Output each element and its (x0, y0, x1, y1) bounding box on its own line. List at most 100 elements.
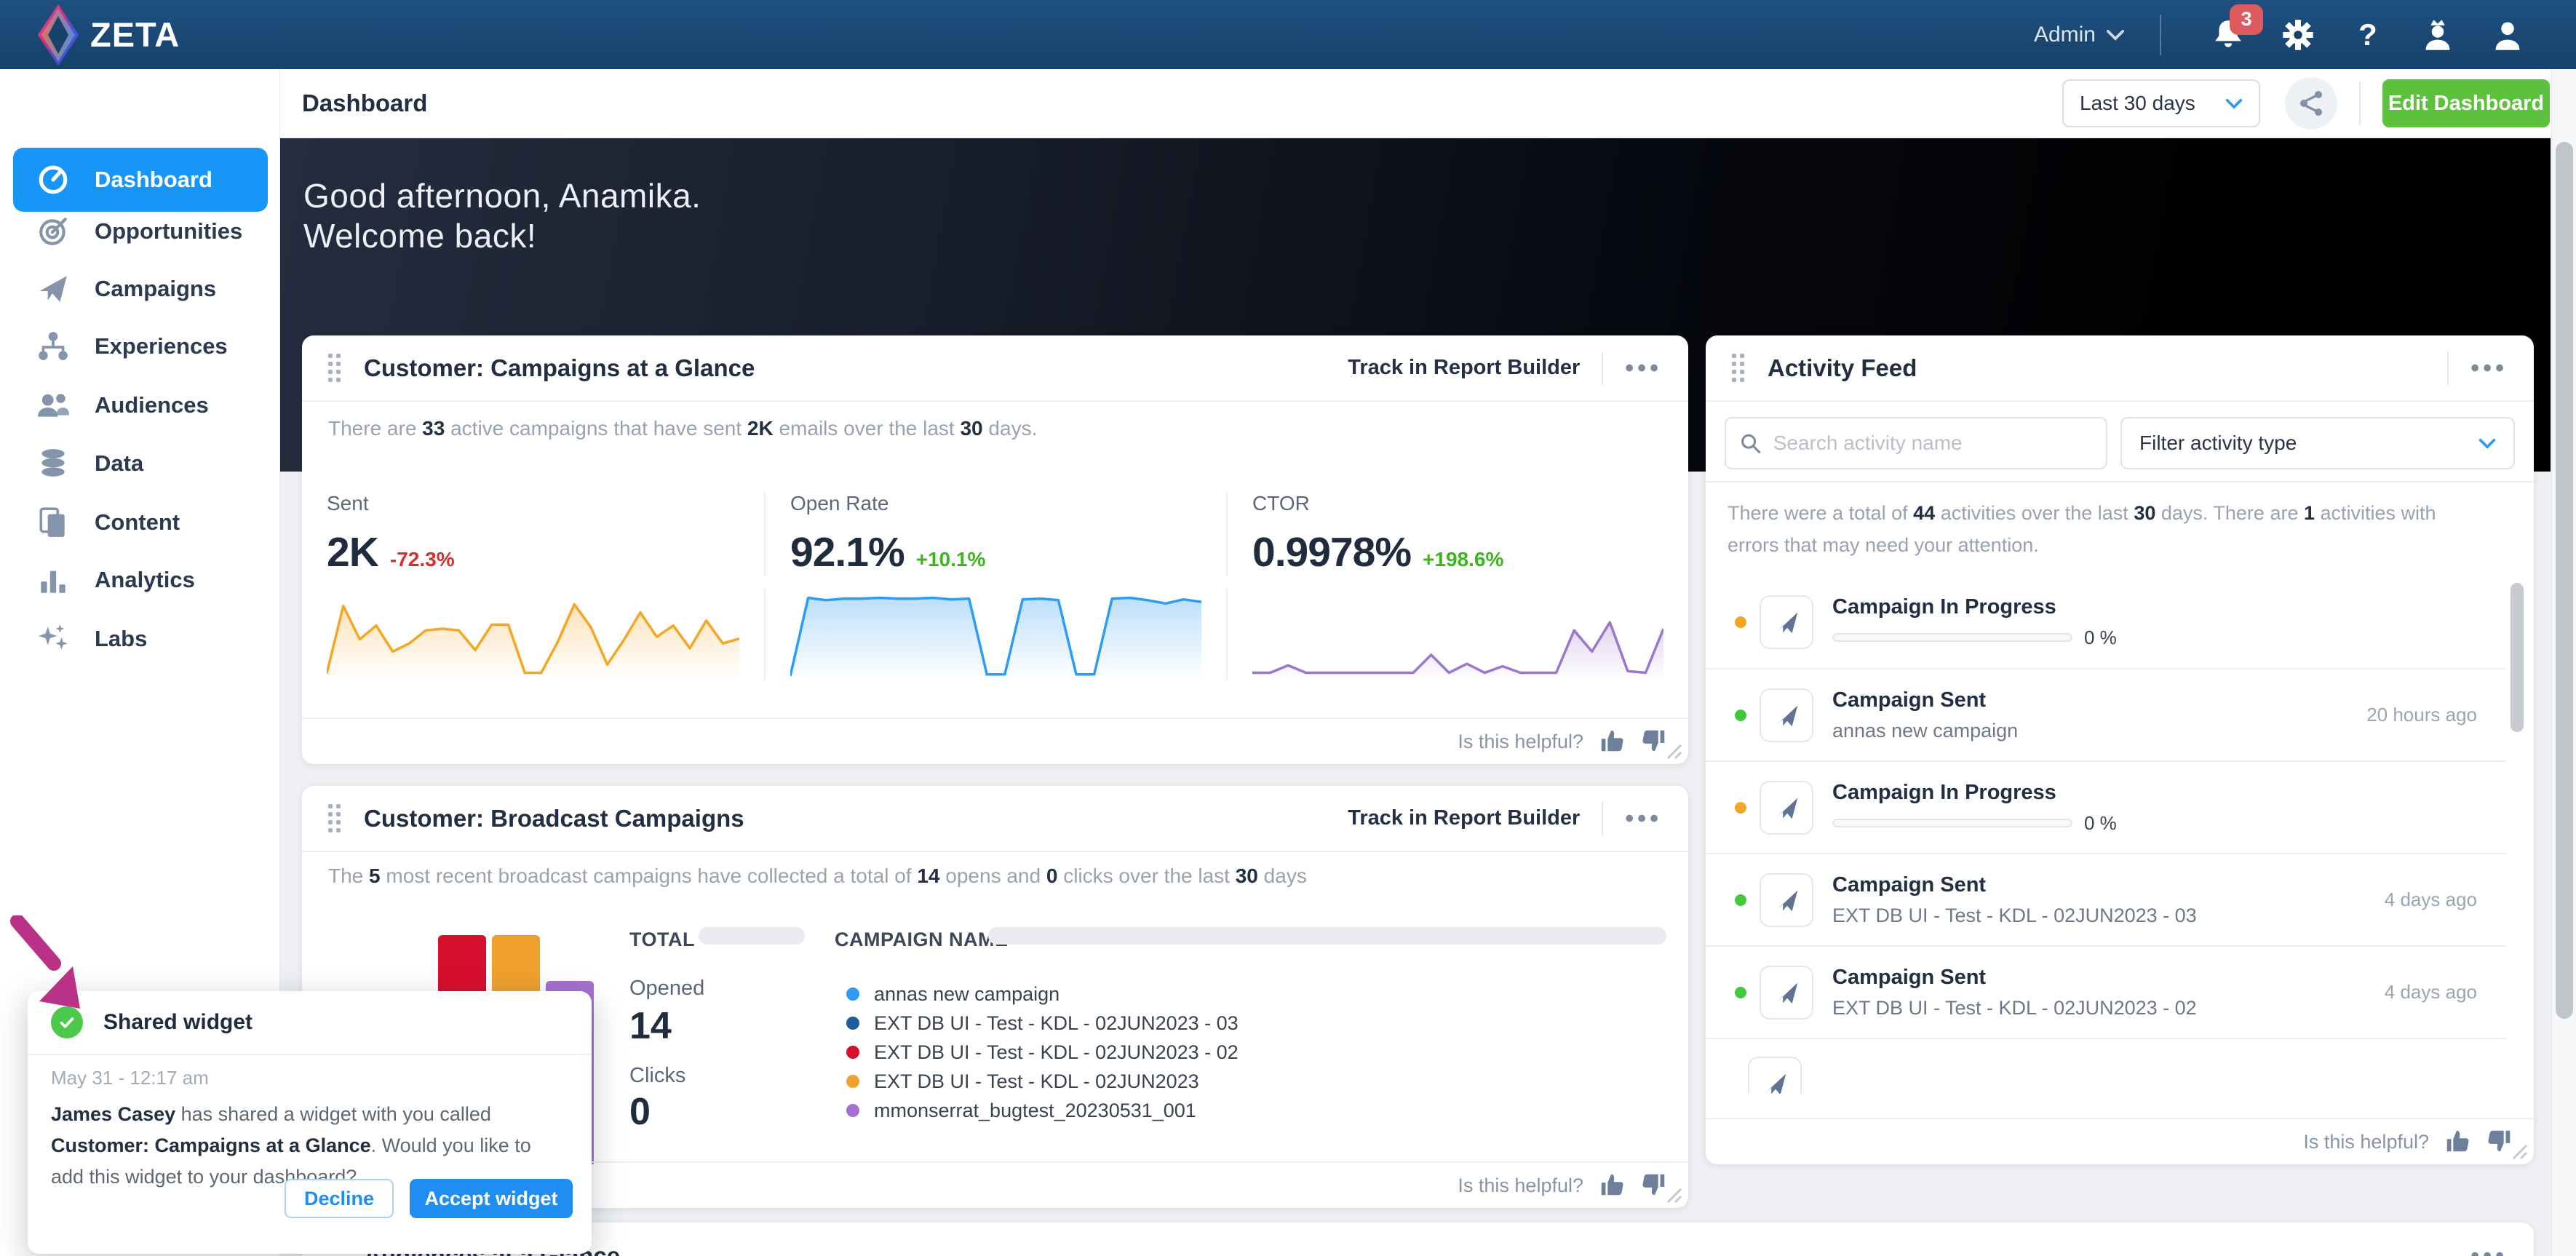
activity-item[interactable] (1706, 1038, 2506, 1094)
status-dot (1735, 710, 1746, 721)
activity-scrollbar[interactable] (2511, 583, 2524, 1063)
drag-handle-icon[interactable] (1732, 354, 1744, 382)
status-dot (1735, 987, 1746, 998)
activity-search[interactable] (1725, 417, 2107, 469)
thumbs-up-icon[interactable] (2444, 1128, 2471, 1156)
resize-handle-icon[interactable] (2503, 1135, 2529, 1161)
page-scrollbar[interactable] (2551, 69, 2576, 1256)
share-button[interactable] (2285, 77, 2337, 130)
sidebar-item-content[interactable]: Content (13, 493, 268, 552)
notifications-button[interactable]: 3 (2209, 16, 2247, 54)
ctor-sparkline-chart (1252, 589, 1663, 680)
sparklines-row (302, 589, 1688, 680)
clicks-label: Clicks (629, 1064, 685, 1088)
page-scrollbar-thumb[interactable] (2556, 142, 2573, 1019)
search-icon (1739, 431, 1762, 456)
thumbs-up-icon[interactable] (1598, 728, 1626, 755)
stat-block: Sent 2K -72.3% (302, 492, 764, 576)
zeta-dashboard-app: ZETA Admin 3 (0, 0, 2576, 1256)
widget-description: There are 33 active campaigns that have … (328, 417, 1037, 440)
legend-item[interactable]: mmonserrat_bugtest_20230531_001 (846, 1096, 1239, 1125)
widget-menu-icon[interactable]: ••• (1625, 811, 1662, 826)
activity-title: Campaign Sent (1832, 688, 2018, 712)
accept-widget-button[interactable]: Accept widget (410, 1179, 573, 1218)
widget-header: Activity Feed ••• (1706, 335, 2534, 402)
progress-value: 0 % (2084, 627, 2117, 649)
resize-handle-icon[interactable] (1658, 1179, 1684, 1205)
activity-item[interactable]: Campaign Sent annas new campaign 20 hour… (1706, 668, 2506, 760)
question-mark-icon: ? (2358, 17, 2377, 52)
annotation-arrow (9, 915, 96, 1017)
stat-value: 2K (327, 528, 378, 576)
scrollbar-thumb[interactable] (2511, 583, 2524, 732)
sidebar-item-label: Experiences (95, 333, 228, 359)
legend-item[interactable]: EXT DB UI - Test - KDL - 02JUN2023 (846, 1067, 1239, 1096)
campaigns-glance-widget: Customer: Campaigns at a Glance Track in… (302, 335, 1688, 764)
activity-item[interactable]: Campaign In Progress 0 % (1706, 760, 2506, 853)
legend-item[interactable]: annas new campaign (846, 979, 1239, 1009)
widget-title: Activity Feed (1768, 354, 1917, 382)
sidebar-item-label: Dashboard (95, 167, 212, 193)
widget-header: Customer: Campaigns at a Glance Track in… (302, 335, 1688, 402)
activity-item[interactable]: Campaign Sent EXT DB UI - Test - KDL - 0… (1706, 945, 2506, 1038)
chevron-down-icon (2106, 29, 2125, 41)
sidebar-item-label: Data (95, 450, 143, 477)
activity-item[interactable]: Campaign Sent EXT DB UI - Test - KDL - 0… (1706, 853, 2506, 945)
activity-subtitle: annas new campaign (1832, 720, 2018, 742)
sidebar-item-icon (36, 163, 70, 196)
opened-label: Opened (629, 977, 704, 1001)
thumbs-up-icon[interactable] (1598, 1172, 1626, 1199)
activity-title: Campaign In Progress (1832, 781, 2117, 805)
popup-header: Shared widget (28, 991, 592, 1055)
legend-dot (846, 1075, 859, 1088)
widget-menu-icon[interactable]: ••• (2470, 1249, 2508, 1256)
greeting-line1: Good afternoon, Anamika. (303, 176, 701, 216)
total-skeleton-bar (699, 927, 805, 945)
activity-timestamp: 20 hours ago (2366, 704, 2477, 726)
legend-item[interactable]: EXT DB UI - Test - KDL - 02JUN2023 - 02 (846, 1038, 1239, 1067)
zeta-logo[interactable]: ZETA (38, 4, 180, 65)
sidebar-item-labs[interactable]: Labs (13, 610, 268, 668)
admin-user-button[interactable] (2419, 16, 2457, 54)
activity-title: Campaign Sent (1832, 966, 2197, 990)
sidebar-item-label: Labs (95, 626, 147, 652)
sidebar-item-icon (36, 389, 70, 422)
profile-button[interactable] (2489, 16, 2527, 54)
legend-item[interactable]: EXT DB UI - Test - KDL - 02JUN2023 - 03 (846, 1009, 1239, 1038)
track-in-report-builder-link[interactable]: Track in Report Builder (1348, 356, 1580, 380)
edit-dashboard-button[interactable]: Edit Dashboard (2382, 79, 2550, 127)
sidebar-item-data[interactable]: Data (13, 434, 268, 493)
header-divider (1602, 802, 1603, 835)
drag-handle-icon[interactable] (328, 354, 341, 382)
decline-button[interactable]: Decline (285, 1179, 394, 1218)
widget-title: Customer: Campaigns at a Glance (364, 354, 755, 382)
user-crown-icon (2422, 18, 2454, 52)
sidebar-item-analytics[interactable]: Analytics (13, 551, 268, 609)
sidebar-item-opportunities[interactable]: Opportunities (13, 202, 268, 261)
top-navbar: ZETA Admin 3 (0, 0, 2576, 69)
search-input[interactable] (1773, 432, 2093, 455)
settings-button[interactable] (2279, 16, 2317, 54)
drag-handle-icon[interactable] (328, 804, 341, 832)
activity-item[interactable]: Campaign In Progress 0 % (1706, 576, 2506, 668)
widget-menu-icon[interactable]: ••• (2470, 361, 2508, 375)
sidebar-item-campaigns[interactable]: Campaigns (13, 260, 268, 318)
stat-delta: +198.6% (1423, 548, 1503, 571)
stats-row: Sent 2K -72.3% Open Rate 92.1% +10.1% CT… (302, 492, 1688, 576)
help-button[interactable]: ? (2349, 16, 2387, 54)
sidebar-item-experiences[interactable]: Experiences (13, 317, 268, 375)
gear-icon (2281, 18, 2315, 52)
legend-label: EXT DB UI - Test - KDL - 02JUN2023 (874, 1070, 1199, 1093)
campaign-send-icon (1760, 595, 1813, 649)
resize-handle-icon[interactable] (1658, 735, 1684, 761)
activity-type-filter[interactable]: Filter activity type (2120, 417, 2515, 469)
widget-menu-icon[interactable]: ••• (1625, 361, 1662, 375)
admin-menu[interactable]: Admin (2034, 23, 2125, 47)
sidebar-item-audiences[interactable]: Audiences (13, 376, 268, 434)
activity-list: Campaign In Progress 0 % (1706, 576, 2506, 1094)
user-icon (2492, 18, 2524, 52)
zeta-diamond-icon (38, 4, 79, 65)
sidebar-item-icon (36, 563, 70, 597)
date-range-select[interactable]: Last 30 days (2062, 79, 2260, 127)
track-in-report-builder-link[interactable]: Track in Report Builder (1348, 806, 1580, 830)
